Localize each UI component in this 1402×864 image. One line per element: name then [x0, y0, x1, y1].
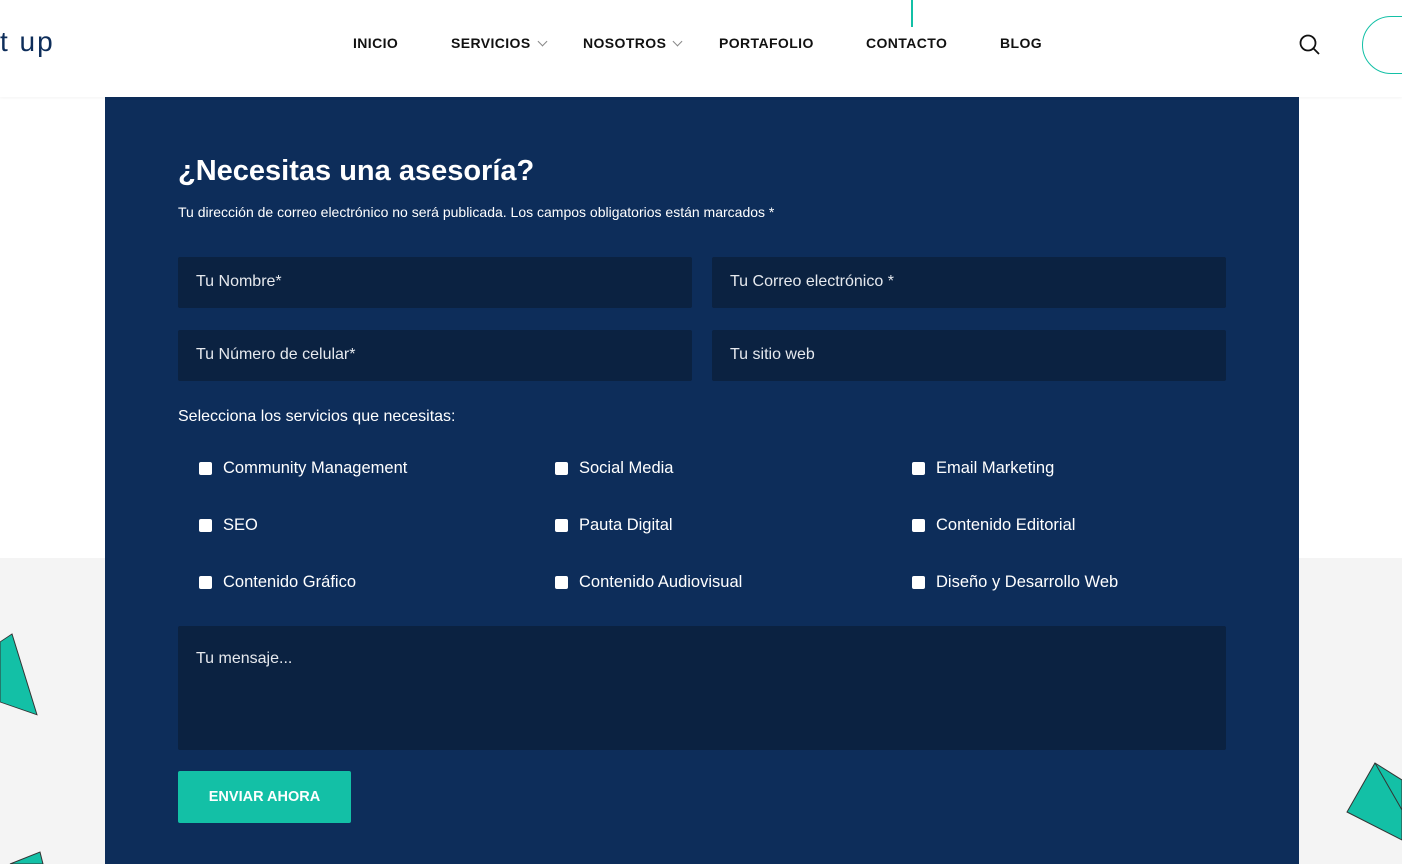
message-textarea[interactable]: Tu mensaje...	[178, 626, 1226, 750]
chevron-down-icon	[537, 36, 548, 47]
checkbox-contenido-grafico[interactable]: Contenido Gráfico	[199, 573, 356, 592]
kite-decoration-icon	[0, 633, 38, 716]
chevron-down-icon	[672, 36, 683, 47]
search-icon[interactable]	[1299, 34, 1321, 56]
checkbox-contenido-editorial[interactable]: Contenido Editorial	[912, 516, 1075, 535]
nav-contacto[interactable]: CONTACTO	[866, 35, 947, 51]
checkbox[interactable]	[912, 462, 925, 475]
checkbox-email-marketing[interactable]: Email Marketing	[912, 459, 1054, 478]
checkbox-community-management[interactable]: Community Management	[199, 459, 407, 478]
checkbox[interactable]	[912, 519, 925, 532]
checkbox-label: SEO	[223, 516, 258, 534]
nav-nosotros[interactable]: NOSOTROS	[583, 35, 683, 51]
checkbox-label: Contenido Editorial	[936, 516, 1076, 534]
checkbox-seo[interactable]: SEO	[199, 516, 258, 535]
name-input[interactable]: Tu Nombre*	[178, 257, 692, 308]
checkbox-label: Social Media	[579, 459, 674, 477]
nav-portafolio[interactable]: PORTAFOLIO	[719, 35, 814, 51]
checkbox[interactable]	[555, 519, 568, 532]
form-note: Tu dirección de correo electrónico no se…	[178, 204, 775, 220]
checkbox-label: Contenido Gráfico	[223, 573, 356, 591]
nav-blog[interactable]: BLOG	[1000, 35, 1042, 51]
checkbox-label: Pauta Digital	[579, 516, 673, 534]
nav-servicios[interactable]: SERVICIOS	[451, 35, 548, 51]
checkbox-pauta-digital[interactable]: Pauta Digital	[555, 516, 673, 535]
nav-inicio[interactable]: INICIO	[353, 35, 398, 51]
services-label: Selecciona los servicios que necesitas:	[178, 408, 456, 425]
website-input[interactable]: Tu sitio web	[712, 330, 1226, 381]
phone-input[interactable]: Tu Número de celular*	[178, 330, 692, 381]
kite-decoration-icon	[9, 851, 44, 864]
logo[interactable]: t up	[0, 26, 55, 58]
checkbox[interactable]	[912, 576, 925, 589]
kite-decoration-icon	[1346, 762, 1402, 841]
checkbox-label: Community Management	[223, 459, 408, 477]
checkbox-label: Diseño y Desarrollo Web	[936, 573, 1119, 591]
site-header: t up INICIO SERVICIOS NOSOTROS PORTAFOLI…	[0, 0, 1402, 97]
header-cta-button[interactable]	[1362, 16, 1402, 74]
checkbox-label: Contenido Audiovisual	[579, 573, 743, 591]
checkbox-diseno-web[interactable]: Diseño y Desarrollo Web	[912, 573, 1118, 592]
nav-label: SERVICIOS	[451, 35, 531, 51]
email-input[interactable]: Tu Correo electrónico *	[712, 257, 1226, 308]
active-indicator	[911, 0, 913, 27]
contact-form-panel: ¿Necesitas una asesoría? Tu dirección de…	[105, 97, 1299, 864]
checkbox[interactable]	[555, 462, 568, 475]
checkbox-contenido-audiovisual[interactable]: Contenido Audiovisual	[555, 573, 742, 592]
checkbox-social-media[interactable]: Social Media	[555, 459, 673, 478]
checkbox[interactable]	[199, 576, 212, 589]
submit-button[interactable]: ENVIAR AHORA	[178, 771, 351, 823]
nav-label: NOSOTROS	[583, 35, 667, 51]
checkbox[interactable]	[199, 519, 212, 532]
checkbox[interactable]	[199, 462, 212, 475]
checkbox-label: Email Marketing	[936, 459, 1055, 477]
checkbox[interactable]	[555, 576, 568, 589]
form-title: ¿Necesitas una asesoría?	[178, 155, 535, 187]
